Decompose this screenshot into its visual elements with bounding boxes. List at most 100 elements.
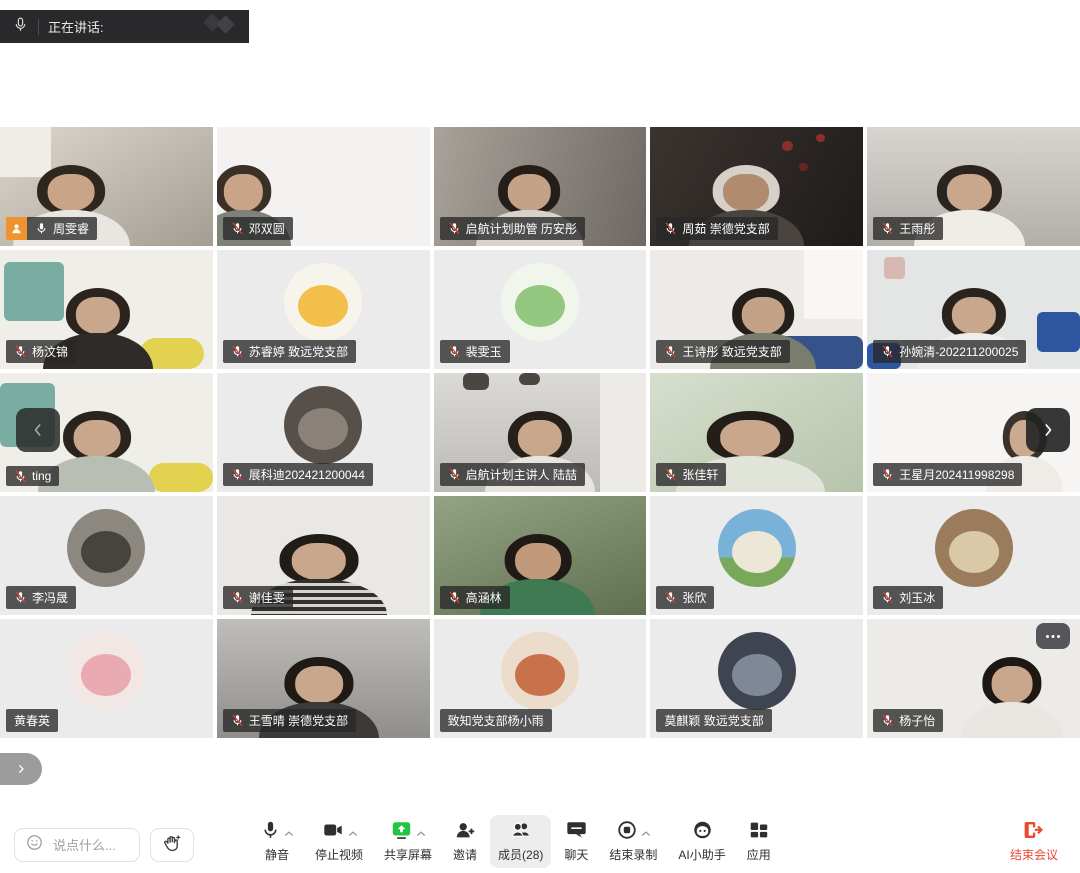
video-tile-6[interactable]: 杨汶锦 (0, 250, 213, 369)
muted-mic-icon (664, 468, 677, 481)
muted-mic-icon (14, 470, 27, 483)
toolbar-stop-video-button[interactable]: 停止视频 (307, 815, 371, 868)
toolbar-button-group: 静音停止视频共享屏幕邀请成员(28) 聊天 结束录制 AI小助手 应用 (252, 815, 779, 868)
video-tile-19[interactable]: 张欣 (650, 496, 863, 615)
video-tile-4[interactable]: 周茹 崇德党支部 (650, 127, 863, 246)
video-tile-12[interactable]: 展科迪202421200044 (217, 373, 430, 492)
video-tile-1[interactable]: 周雯睿 (0, 127, 213, 246)
muted-mic-icon (14, 591, 27, 604)
chevron-up-icon[interactable] (348, 826, 358, 840)
muted-mic-icon (881, 591, 894, 604)
avatar (501, 632, 579, 710)
ai-icon (691, 819, 714, 844)
quick-chat-input[interactable] (51, 837, 135, 854)
participant-name: ting (32, 469, 51, 483)
avatar (501, 263, 579, 341)
members-icon (509, 819, 533, 844)
avatar (935, 509, 1013, 587)
muted-mic-icon (881, 468, 894, 481)
end-meeting-label: 结束会议 (1010, 846, 1058, 863)
chat-icon (565, 819, 588, 844)
toolbar-stop-record-button[interactable]: 结束录制 (601, 815, 665, 868)
muted-mic-icon (664, 591, 677, 604)
avatar (718, 509, 796, 587)
video-tile-21[interactable]: 黄春英 (0, 619, 213, 738)
video-tile-23[interactable]: 致知党支部杨小雨 (434, 619, 647, 738)
video-tile-8[interactable]: 裴雯玉 (434, 250, 647, 369)
video-tile-22[interactable]: 王雪晴 崇德党支部 (217, 619, 430, 738)
toolbar-button-label: 结束录制 (609, 846, 657, 863)
toolbar-button-label: 邀请 (453, 846, 477, 863)
avatar (718, 632, 796, 710)
toolbar-members-button[interactable]: 成员(28) (490, 815, 551, 868)
video-tile-25[interactable]: 杨子怡 (867, 619, 1080, 738)
toolbar-button-label: 停止视频 (315, 846, 363, 863)
participant-name: 王星月202411998298 (899, 466, 1014, 483)
apps-icon (748, 819, 770, 844)
video-tile-18[interactable]: 高涵林 (434, 496, 647, 615)
chevron-up-icon[interactable] (641, 826, 651, 840)
host-badge (6, 217, 27, 240)
participant-name: 裴雯玉 (466, 343, 502, 360)
video-tile-5[interactable]: 王雨彤 (867, 127, 1080, 246)
video-tile-16[interactable]: 李冯晟 (0, 496, 213, 615)
chevron-up-icon[interactable] (284, 826, 294, 840)
participant-name: 启航计划主讲人 陆喆 (466, 466, 577, 483)
video-tile-24[interactable]: 莫麒颖 致远党支部 (650, 619, 863, 738)
raise-hand-button[interactable] (150, 828, 194, 862)
video-tile-3[interactable]: 启航计划助管 历安彤 (434, 127, 647, 246)
toolbar-button-label: AI小助手 (678, 846, 725, 863)
speaking-label: 正在讲话: (48, 17, 104, 36)
video-tile-7[interactable]: 苏睿婷 致远党支部 (217, 250, 430, 369)
participant-name: 李冯晟 (32, 589, 68, 606)
toolbar-invite-button[interactable]: 邀请 (445, 815, 485, 868)
video-tile-20[interactable]: 刘玉冰 (867, 496, 1080, 615)
video-grid: 周雯睿 邓双圆启航计划助管 历安彤周茹 崇德党支部王雨彤杨汶锦 苏睿婷 致远党支部裴… (0, 127, 1080, 738)
expand-panel-button[interactable] (0, 753, 42, 785)
leave-meeting-icon (1022, 819, 1045, 844)
smiley-icon[interactable] (25, 833, 44, 857)
prev-page-arrow-button[interactable] (16, 408, 60, 452)
next-page-arrow-button[interactable] (1026, 408, 1070, 452)
chevron-up-icon[interactable] (416, 826, 426, 840)
toolbar-share-screen-button[interactable]: 共享屏幕 (376, 815, 440, 868)
speaking-indicator-bar: 正在讲话: (0, 10, 249, 43)
video-tile-9[interactable]: 王诗彤 致远党支部 (650, 250, 863, 369)
mic-icon (260, 819, 281, 844)
meeting-window: 正在讲话: 周雯睿 邓双圆启航计划助管 历安彤周茹 崇德党支部王雨彤杨汶锦 苏睿婷 … (0, 0, 1080, 873)
toolbar-ai-assistant-button[interactable]: AI小助手 (670, 815, 733, 868)
muted-mic-icon (231, 222, 244, 235)
mic-icon (12, 16, 29, 38)
end-meeting-button[interactable]: 结束会议 (1002, 814, 1066, 868)
toolbar-chat-button[interactable]: 聊天 (556, 815, 596, 868)
participant-name: 王诗彤 致远党支部 (682, 343, 781, 360)
video-tile-13[interactable]: 启航计划主讲人 陆喆 (434, 373, 647, 492)
muted-mic-icon (231, 345, 244, 358)
video-tile-10[interactable]: 孙婉清-202211200025 (867, 250, 1080, 369)
muted-mic-icon (448, 468, 461, 481)
participant-name: 王雨彤 (899, 220, 935, 237)
participant-name: 杨子怡 (899, 712, 935, 729)
muted-mic-icon (664, 345, 677, 358)
video-tile-2[interactable]: 邓双圆 (217, 127, 430, 246)
participant-name: 刘玉冰 (899, 589, 935, 606)
toolbar-button-label: 聊天 (564, 846, 588, 863)
muted-mic-icon (448, 345, 461, 358)
participant-name: 张佳轩 (682, 466, 718, 483)
video-tile-14[interactable]: 张佳轩 (650, 373, 863, 492)
tile-more-button[interactable] (1036, 623, 1070, 649)
toolbar-apps-button[interactable]: 应用 (739, 815, 779, 868)
raise-hand-icon (161, 833, 183, 858)
participant-name: 杨汶锦 (32, 343, 68, 360)
mic-on-icon (35, 222, 48, 235)
participant-name: 张欣 (682, 589, 706, 606)
toolbar-button-label: 应用 (747, 846, 771, 863)
toolbar-mute-button[interactable]: 静音 (252, 815, 302, 868)
video-tile-17[interactable]: 谢佳雯 (217, 496, 430, 615)
bottom-toolbar: 静音停止视频共享屏幕邀请成员(28) 聊天 结束录制 AI小助手 应用 结束会议 (0, 818, 1080, 873)
participant-name: 展科迪202421200044 (249, 466, 365, 483)
avatar (284, 263, 362, 341)
quick-chat-field[interactable] (14, 828, 140, 862)
avatar (284, 386, 362, 464)
participant-name: 周雯睿 (53, 220, 89, 237)
